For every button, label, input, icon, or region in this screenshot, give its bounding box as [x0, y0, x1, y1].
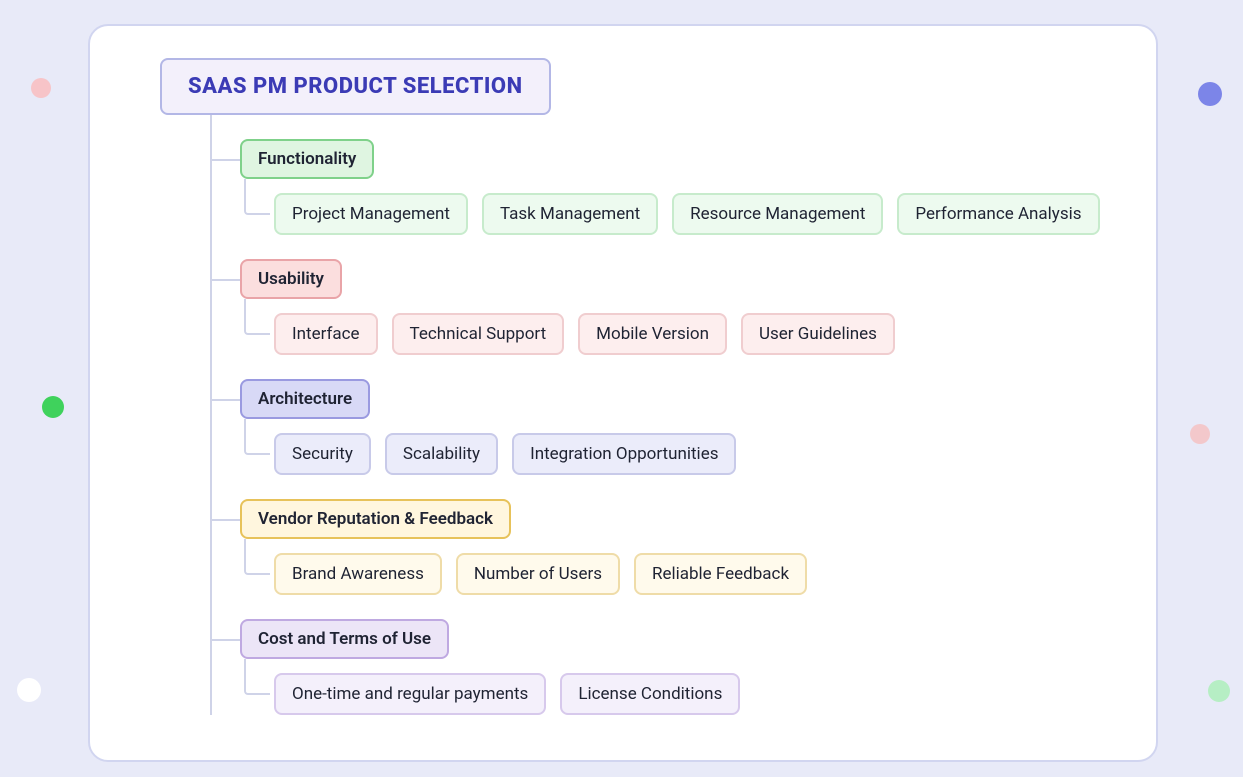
child-node: Integration Opportunities	[512, 433, 736, 475]
decorative-dot	[1190, 424, 1210, 444]
child-node: Mobile Version	[578, 313, 727, 355]
child-node: Number of Users	[456, 553, 620, 595]
decorative-dot	[42, 396, 64, 418]
child-node: Performance Analysis	[897, 193, 1099, 235]
decorative-dot	[31, 78, 51, 98]
child-node: Scalability	[385, 433, 498, 475]
child-node: One-time and regular payments	[274, 673, 546, 715]
connector-elbow	[244, 539, 270, 575]
decorative-dot	[1208, 680, 1230, 702]
children-row-architecture: Security Scalability Integration Opportu…	[240, 433, 1116, 475]
sections-container: Functionality Project Management Task Ma…	[200, 115, 1116, 715]
category-node-cost: Cost and Terms of Use	[240, 619, 449, 659]
connector-elbow	[244, 299, 270, 335]
section-vendor: Vendor Reputation & Feedback Brand Aware…	[200, 475, 1116, 595]
child-node: Project Management	[274, 193, 468, 235]
child-node: Reliable Feedback	[634, 553, 807, 595]
child-node: Security	[274, 433, 371, 475]
category-node-vendor: Vendor Reputation & Feedback	[240, 499, 511, 539]
connector-line	[210, 279, 240, 281]
decorative-dot	[17, 678, 41, 702]
connector-elbow	[244, 659, 270, 695]
section-cost: Cost and Terms of Use One-time and regul…	[200, 595, 1116, 715]
section-functionality: Functionality Project Management Task Ma…	[200, 115, 1116, 235]
section-usability: Usability Interface Technical Support Mo…	[200, 235, 1116, 355]
children-row-usability: Interface Technical Support Mobile Versi…	[240, 313, 1116, 355]
child-node: Task Management	[482, 193, 658, 235]
child-node: Brand Awareness	[274, 553, 442, 595]
decorative-dot	[1198, 82, 1222, 106]
diagram-canvas: SAAS PM PRODUCT SELECTION Functionality …	[88, 24, 1158, 762]
category-node-functionality: Functionality	[240, 139, 374, 179]
connector-line	[210, 159, 240, 161]
children-row-functionality: Project Management Task Management Resou…	[240, 193, 1116, 235]
child-node: License Conditions	[560, 673, 740, 715]
category-node-architecture: Architecture	[240, 379, 370, 419]
connector-elbow	[244, 179, 270, 215]
connector-line	[210, 519, 240, 521]
child-node: Resource Management	[672, 193, 883, 235]
connector-line	[210, 639, 240, 641]
category-node-usability: Usability	[240, 259, 342, 299]
child-node: Interface	[274, 313, 378, 355]
section-architecture: Architecture Security Scalability Integr…	[200, 355, 1116, 475]
child-node: Technical Support	[392, 313, 565, 355]
children-row-vendor: Brand Awareness Number of Users Reliable…	[240, 553, 1116, 595]
child-node: User Guidelines	[741, 313, 895, 355]
connector-elbow	[244, 419, 270, 455]
root-node: SAAS PM PRODUCT SELECTION	[160, 58, 551, 115]
connector-line	[210, 399, 240, 401]
children-row-cost: One-time and regular payments License Co…	[240, 673, 1116, 715]
